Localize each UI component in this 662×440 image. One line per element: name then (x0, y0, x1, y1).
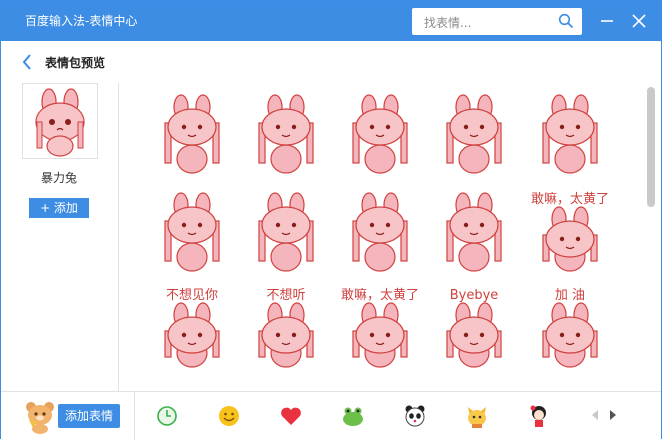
pack-name: 暴力兔 (40, 171, 77, 185)
sticker-caption: 不想听 (266, 287, 305, 303)
sticker-9[interactable] (429, 191, 519, 272)
pack-sidebar: 暴力兔 + 添加 (1, 83, 119, 391)
sticker-8[interactable] (335, 191, 425, 272)
bunny-sticker-icon: 不想听 (258, 287, 314, 368)
panda-icon[interactable] (401, 402, 429, 430)
fox-icon[interactable] (463, 402, 491, 430)
search-icon[interactable] (558, 13, 574, 29)
sticker-11[interactable]: 不想见你 (147, 287, 237, 368)
sticker-caption: Byebye (450, 288, 499, 303)
sticker-1[interactable] (147, 93, 237, 174)
minimize-icon[interactable] (597, 11, 617, 31)
bunny-sticker-icon: 敢嘛，太黄了 (341, 287, 419, 368)
sticker-12[interactable]: 不想听 (241, 287, 331, 368)
sticker-14[interactable]: Byebye (429, 287, 519, 368)
add-pack-button[interactable]: + 添加 (29, 198, 89, 218)
pack-thumbnail (22, 83, 98, 159)
bunny-sticker-icon (446, 94, 502, 174)
bunny-sticker-icon (446, 192, 502, 272)
sticker-5[interactable] (525, 93, 615, 174)
preview-header: 表情包预览 (1, 41, 661, 83)
footer-left: 添加表情 (1, 392, 135, 440)
clock-icon[interactable] (153, 402, 181, 430)
bunny-sticker-icon: 加 油 (542, 288, 598, 368)
bunny-sticker-icon (352, 192, 408, 272)
title-bar: 百度输入法-表情中心 找表情... (1, 1, 662, 41)
girl-icon[interactable] (525, 402, 553, 430)
back-arrow-icon[interactable] (21, 53, 33, 71)
bunny-sticker-icon (164, 94, 220, 174)
sticker-caption: 加 油 (555, 288, 585, 303)
footer-bar: 添加表情 (1, 391, 661, 440)
page-title: 表情包预览 (45, 56, 106, 70)
grid-scrollbar[interactable] (647, 87, 655, 207)
emoji-center-window: 百度输入法-表情中心 找表情... 表情包预览 暴力兔 + 添加 敢嘛，太黄了 … (0, 0, 662, 440)
search-input[interactable]: 找表情... (424, 14, 471, 31)
bunny-thumbnail-icon (35, 88, 85, 157)
window-title: 百度输入法-表情中心 (25, 14, 138, 28)
sticker-caption: 敢嘛，太黄了 (341, 287, 419, 303)
sticker-caption: 敢嘛，太黄了 (531, 191, 609, 207)
sticker-caption: 不想见你 (166, 287, 218, 303)
bunny-sticker-icon (164, 192, 220, 272)
sticker-2[interactable] (241, 93, 331, 174)
close-icon[interactable] (629, 11, 649, 31)
sticker-6[interactable] (147, 191, 237, 272)
bunny-sticker-icon: Byebye (446, 288, 502, 368)
prev-arrow-icon[interactable] (589, 408, 601, 422)
sticker-10[interactable]: 敢嘛，太黄了 (525, 191, 615, 272)
sticker-7[interactable] (241, 191, 331, 272)
sticker-3[interactable] (335, 93, 425, 174)
sticker-15[interactable]: 加 油 (525, 287, 615, 368)
bunny-sticker-icon: 不想见你 (164, 287, 220, 368)
bunny-sticker-icon (542, 94, 598, 174)
bear-mascot-icon (26, 402, 54, 434)
heart-icon[interactable] (277, 402, 305, 430)
sticker-4[interactable] (429, 93, 519, 174)
frog-icon[interactable] (339, 402, 367, 430)
bunny-sticker-icon (352, 94, 408, 174)
sticker-grid: 敢嘛，太黄了 不想见你 不想听 敢嘛，太黄了 Byebye 加 油 (135, 89, 643, 391)
next-arrow-icon[interactable] (607, 408, 619, 422)
search-box[interactable]: 找表情... (412, 8, 582, 35)
bunny-sticker-icon (258, 94, 314, 174)
bunny-sticker-icon: 敢嘛，太黄了 (531, 191, 609, 272)
add-emoji-button[interactable]: 添加表情 (58, 404, 120, 428)
bunny-sticker-icon (258, 192, 314, 272)
sticker-13[interactable]: 敢嘛，太黄了 (335, 287, 425, 368)
smiley-icon[interactable] (215, 402, 243, 430)
